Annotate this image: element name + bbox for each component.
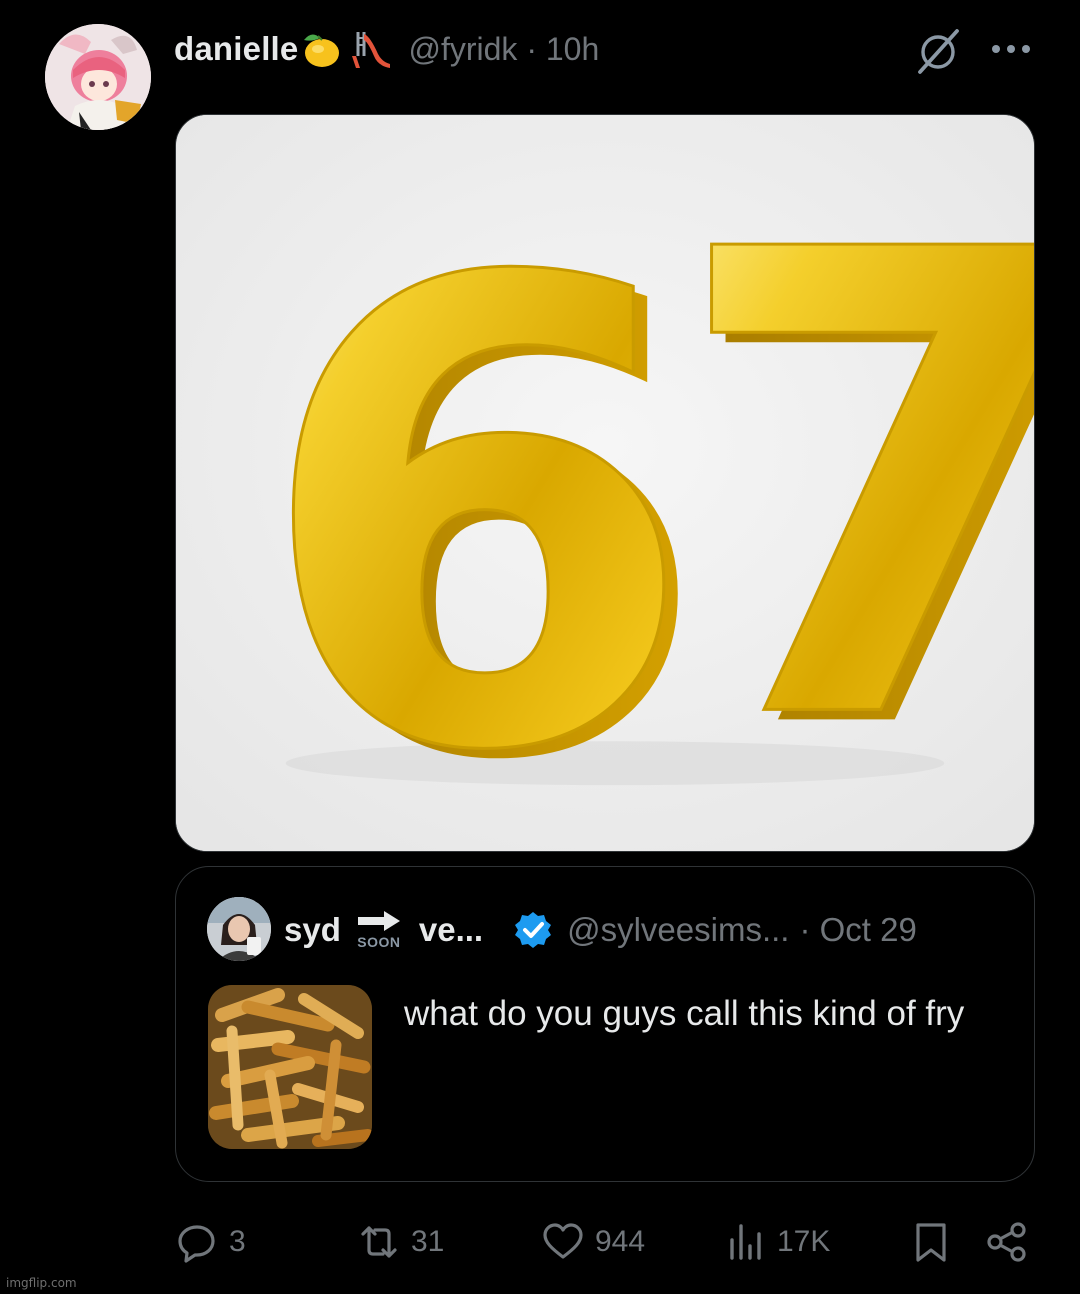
reply-icon [178,1225,215,1263]
views-count: 17K [777,1225,831,1258]
repost-icon [361,1226,397,1258]
bookmark-icon [916,1223,946,1262]
quoted-author-avatar[interactable] [207,897,271,961]
soon-label: SOON [357,934,401,950]
like-count: 944 [595,1225,646,1258]
repost-count: 31 [411,1225,445,1258]
bookmark-button[interactable] [909,1216,953,1268]
slide-emoji-icon [348,26,394,72]
quoted-display-name-tail[interactable]: ve... [419,911,483,949]
author-avatar[interactable] [45,24,151,130]
digit-six: 6 [254,146,698,851]
quoted-display-name[interactable]: syd [284,911,341,949]
reply-button[interactable]: 3 [175,1216,246,1268]
imgflip-watermark: imgflip.com [6,1276,77,1290]
quoted-post-header: syd SOON ve... @sylveesims... · Oct 29 [284,905,917,955]
more-options-icon[interactable] [990,40,1032,58]
quoted-date[interactable]: · Oct 29 [799,911,916,949]
views-chart-icon [730,1224,761,1260]
quoted-post-text: what do you guys call this kind of fry [404,994,965,1033]
views-button[interactable]: 17K [723,1216,830,1268]
quoted-handle[interactable]: @sylveesims... [567,911,789,949]
author-handle-and-time[interactable]: @fyridk · 10h [408,31,599,68]
grok-icon[interactable] [912,25,964,77]
arrow-right-icon [357,911,400,931]
like-button[interactable]: 944 [541,1216,645,1268]
reply-count: 3 [229,1225,246,1258]
quoted-post[interactable]: syd SOON ve... @sylveesims... · Oct 29 w… [175,866,1035,1182]
share-button[interactable] [985,1216,1029,1268]
repost-button[interactable]: 31 [357,1216,444,1268]
post-action-bar: 3 31 944 17K [175,1216,1035,1268]
soon-arrow-emoji: SOON [353,910,405,950]
verified-badge-icon [513,910,553,950]
post-media-image[interactable]: 6 6 7 7 [175,114,1035,852]
heart-icon [543,1223,583,1259]
share-icon [987,1222,1026,1262]
author-display-name[interactable]: danielle [174,30,298,68]
digit-seven: 7 [669,116,1034,851]
fries-thumbnail-image[interactable] [208,985,372,1149]
post-header: danielle @fyridk · 10h [174,26,599,72]
lemon-emoji-icon [298,26,344,72]
